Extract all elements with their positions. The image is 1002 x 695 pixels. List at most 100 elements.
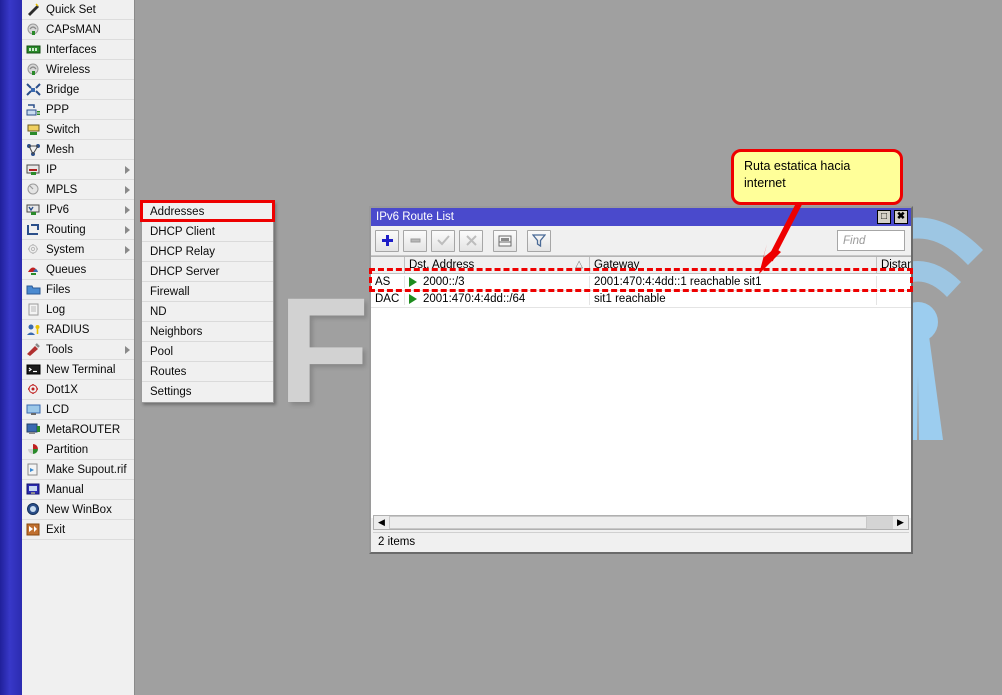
sidebar-item-label: CAPsMAN [46, 23, 101, 36]
comment-box-icon [498, 235, 512, 246]
horizontal-scrollbar[interactable]: ◀ ▶ [373, 515, 909, 530]
scroll-right-arrow-icon[interactable]: ▶ [893, 516, 908, 529]
column-header-gateway[interactable]: Gateway [590, 257, 877, 274]
newwinbox-icon [27, 502, 39, 515]
queues-icon [28, 267, 38, 275]
submenu-item-label: Pool [150, 345, 174, 358]
sidebar-item-ppp[interactable]: PPP [22, 100, 134, 120]
scrollbar-track-right[interactable] [867, 516, 893, 529]
submenu-item-nd[interactable]: ND [142, 302, 273, 322]
filter-button[interactable] [527, 229, 551, 252]
route-table[interactable]: Dst. Address △ Gateway Distanc AS 2000::/… [371, 256, 911, 518]
scrollbar-thumb[interactable] [389, 516, 867, 529]
sidebar-item-quick-set[interactable]: Quick Set [22, 0, 134, 20]
table-row[interactable]: DAC 2001:470:4:4dd::/64 sit1 reachable [371, 291, 911, 308]
submenu-item-label: DHCP Server [150, 265, 220, 278]
column-header-distance[interactable]: Distanc [877, 257, 911, 274]
window-titlebar[interactable]: IPv6 Route List □ ✖ [371, 208, 911, 226]
sidebar-item-routing[interactable]: Routing [22, 220, 134, 240]
mpls-icon [27, 183, 39, 194]
submenu-chevron-icon [125, 225, 130, 234]
sidebar-item-wireless[interactable]: Wireless [22, 60, 134, 80]
sidebar-item-bridge[interactable]: Bridge [22, 80, 134, 100]
lcd-icon [26, 403, 42, 417]
sidebar-item-label: Exit [46, 523, 66, 536]
system-icon [26, 243, 42, 257]
sidebar-item-files[interactable]: Files [22, 280, 134, 300]
tools-icon [27, 342, 40, 356]
sidebar-item-dot1x[interactable]: Dot1X [22, 380, 134, 400]
scroll-left-arrow-icon[interactable]: ◀ [374, 516, 389, 529]
submenu-item-routes[interactable]: Routes [142, 362, 273, 382]
table-body[interactable]: AS 2000::/3 2001:470:4:4dd::1 reachable si… [371, 274, 911, 308]
find-input[interactable]: Find [837, 230, 905, 251]
submenu-item-dhcp-client[interactable]: DHCP Client [142, 222, 273, 242]
window-toolbar[interactable]: Find [371, 226, 911, 256]
sidebar-item-metarouter[interactable]: MetaROUTER [22, 420, 134, 440]
close-button[interactable]: ✖ [894, 210, 908, 224]
comment-button[interactable] [493, 229, 517, 252]
mesh-icon [26, 143, 42, 157]
enable-button[interactable] [431, 229, 455, 252]
sidebar-item-manual[interactable]: Manual [22, 480, 134, 500]
column-header-flags[interactable] [371, 257, 405, 274]
route-flags-cell: DAC [371, 293, 405, 305]
ipv6-icon [26, 203, 42, 217]
submenu-item-settings[interactable]: Settings [142, 382, 273, 402]
dot1x-icon [26, 383, 42, 397]
sidebar-item-label: Bridge [46, 83, 80, 96]
log-icon [28, 303, 39, 315]
status-bar: 2 items [373, 532, 909, 550]
submenu-item-dhcp-relay[interactable]: DHCP Relay [142, 242, 273, 262]
remove-button[interactable] [403, 229, 427, 252]
sidebar-item-interfaces[interactable]: Interfaces [22, 40, 134, 60]
ipv6-route-list-window[interactable]: IPv6 Route List □ ✖ Find Dst. Address △ … [369, 206, 913, 554]
sidebar-item-capsman[interactable]: CAPsMAN [22, 20, 134, 40]
sidebar-item-ipv6[interactable]: IPv6 [22, 200, 134, 220]
sidebar-item-partition[interactable]: Partition [22, 440, 134, 460]
sidebar-item-label: Files [46, 283, 71, 296]
sidebar-item-mesh[interactable]: Mesh [22, 140, 134, 160]
submenu-item-pool[interactable]: Pool [142, 342, 273, 362]
sidebar-item-lcd[interactable]: LCD [22, 400, 134, 420]
add-button[interactable] [375, 229, 399, 252]
wireless-icon [27, 63, 39, 75]
sidebar-item-label: New Terminal [46, 363, 116, 376]
bridge-icon [26, 82, 42, 97]
sort-ascending-icon: △ [575, 258, 583, 270]
wireless-icon [26, 63, 42, 77]
sidebar-item-exit[interactable]: Exit [22, 520, 134, 540]
radius-icon [26, 323, 42, 337]
sidebar-item-mpls[interactable]: MPLS [22, 180, 134, 200]
table-row[interactable]: AS 2000::/3 2001:470:4:4dd::1 reachable si… [371, 274, 911, 291]
maximize-button[interactable]: □ [877, 210, 891, 224]
sidebar-item-log[interactable]: Log [22, 300, 134, 320]
active-route-triangle-icon [409, 277, 417, 287]
ipv6-submenu[interactable]: Addresses DHCP Client DHCP Relay DHCP Serve… [141, 201, 274, 403]
sidebar-item-queues[interactable]: Queues [22, 260, 134, 280]
sidebar-item-new-winbox[interactable]: New WinBox [22, 500, 134, 520]
submenu-item-firewall[interactable]: Firewall [142, 282, 273, 302]
table-header-row[interactable]: Dst. Address △ Gateway Distanc [371, 257, 911, 274]
submenu-item-neighbors[interactable]: Neighbors [142, 322, 273, 342]
sidebar-item-ip[interactable]: IP [22, 160, 134, 180]
main-menu-sidebar[interactable]: Quick Set CAPsMAN Interfaces Wireless Bridge… [22, 0, 135, 695]
folder-icon [26, 285, 41, 294]
sidebar-item-tools[interactable]: Tools [22, 340, 134, 360]
ipv6-icon [26, 204, 40, 215]
supout-icon [27, 463, 38, 475]
partition-icon [26, 443, 42, 457]
column-header-dst-address[interactable]: Dst. Address △ [405, 257, 590, 274]
sidebar-item-switch[interactable]: Switch [22, 120, 134, 140]
sidebar-item-radius[interactable]: RADIUS [22, 320, 134, 340]
active-route-triangle-icon [409, 294, 417, 304]
sidebar-item-make-supout-rif[interactable]: Make Supout.rif [22, 460, 134, 480]
capsman-icon [26, 23, 42, 37]
sidebar-item-new-terminal[interactable]: New Terminal [22, 360, 134, 380]
sidebar-item-system[interactable]: System [22, 240, 134, 260]
sidebar-item-label: MPLS [46, 183, 78, 196]
sidebar-item-label: Partition [46, 443, 89, 456]
submenu-item-dhcp-server[interactable]: DHCP Server [142, 262, 273, 282]
submenu-item-addresses[interactable]: Addresses [142, 202, 273, 222]
disable-button[interactable] [459, 229, 483, 252]
